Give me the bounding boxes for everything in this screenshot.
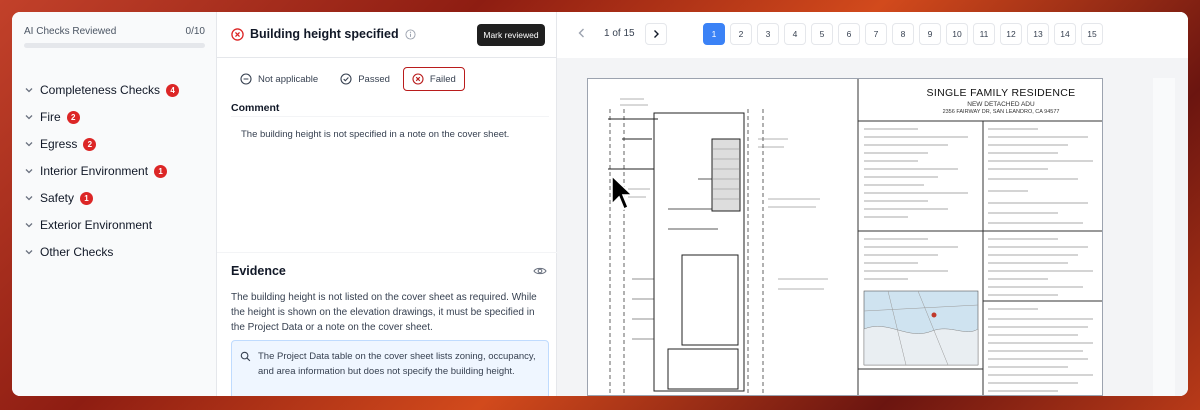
ai-checks-label: AI Checks Reviewed xyxy=(24,26,117,37)
category-other-checks[interactable]: Other Checks xyxy=(24,244,113,260)
page-9-button[interactable]: 9 xyxy=(919,23,941,45)
category-label: Exterior Environment xyxy=(40,218,153,232)
page-1-button[interactable]: 1 xyxy=(703,23,725,45)
page-4-button[interactable]: 4 xyxy=(784,23,806,45)
check-detail-panel: Building height specified Mark reviewed … xyxy=(217,12,557,396)
page-8-button[interactable]: 8 xyxy=(892,23,914,45)
category-label: Completeness Checks xyxy=(40,83,161,97)
sidebar: AI Checks Reviewed 0/10 Completeness Che… xyxy=(12,12,217,396)
category-exterior-environment[interactable]: Exterior Environment xyxy=(24,217,152,233)
status-passed-button[interactable]: Passed xyxy=(331,67,399,91)
ai-checks-progress-bar xyxy=(24,43,205,48)
status-label: Not applicable xyxy=(258,73,319,85)
page-11-button[interactable]: 11 xyxy=(973,23,995,45)
plan-sheet: SINGLE FAMILY RESIDENCE NEW DETACHED ADU… xyxy=(587,78,1103,396)
category-badge: 2 xyxy=(83,137,97,151)
category-label: Interior Environment xyxy=(40,164,149,178)
failed-circle-icon xyxy=(231,27,244,41)
info-icon[interactable] xyxy=(405,28,416,40)
chevron-down-icon xyxy=(25,223,33,228)
page-buttons: 1 2 3 4 5 6 7 8 9 10 11 12 13 14 15 xyxy=(703,23,1103,45)
ai-checks-header: AI Checks Reviewed 0/10 xyxy=(24,26,205,38)
comment-field[interactable]: The building height is not specified in … xyxy=(231,116,549,244)
category-fire[interactable]: Fire 2 xyxy=(24,109,80,125)
evidence-quote-box[interactable]: The Project Data table on the cover shee… xyxy=(231,340,549,396)
status-label: Passed xyxy=(358,73,390,85)
viewer-scrollbar[interactable] xyxy=(1153,78,1175,396)
site-plan-drawing xyxy=(608,79,1102,395)
comment-label: Comment xyxy=(231,102,280,114)
category-label: Fire xyxy=(40,110,61,124)
page-14-button[interactable]: 14 xyxy=(1054,23,1076,45)
divider xyxy=(217,252,557,253)
category-egress[interactable]: Egress 2 xyxy=(24,136,97,152)
status-not-applicable-button[interactable]: Not applicable xyxy=(231,67,327,91)
evidence-heading: Evidence xyxy=(231,264,286,278)
check-title-text: Building height specified xyxy=(250,27,399,41)
category-label: Other Checks xyxy=(40,245,114,259)
x-circle-icon xyxy=(412,73,424,85)
page-5-button[interactable]: 5 xyxy=(811,23,833,45)
ai-checks-count: 0/10 xyxy=(185,26,205,37)
sheet-subtitle: NEW DETACHED ADU xyxy=(967,101,1035,108)
category-label: Egress xyxy=(40,137,78,151)
chevron-down-icon xyxy=(25,250,33,255)
search-icon xyxy=(240,351,251,362)
category-badge: 1 xyxy=(154,164,168,178)
category-interior-environment[interactable]: Interior Environment 1 xyxy=(24,163,168,179)
status-label: Failed xyxy=(429,73,456,85)
category-badge: 1 xyxy=(80,191,94,205)
status-failed-button[interactable]: Failed xyxy=(402,67,465,91)
minus-circle-icon xyxy=(240,73,252,85)
evidence-text: The building height is not listed on the… xyxy=(231,292,537,333)
chevron-down-icon xyxy=(25,142,33,147)
eye-icon[interactable] xyxy=(533,264,547,278)
sheet-title: SINGLE FAMILY RESIDENCE xyxy=(926,87,1076,99)
page-3-button[interactable]: 3 xyxy=(757,23,779,45)
category-label: Safety xyxy=(40,191,75,205)
check-title: Building height specified xyxy=(231,26,416,42)
divider xyxy=(217,57,557,58)
chevron-down-icon xyxy=(25,88,33,93)
page-7-button[interactable]: 7 xyxy=(865,23,887,45)
chevron-right-icon xyxy=(654,30,659,38)
category-badge: 4 xyxy=(166,83,180,97)
mouse-pointer-icon xyxy=(611,174,634,211)
page-indicator: 1 of 15 xyxy=(604,28,635,39)
app-window: AI Checks Reviewed 0/10 Completeness Che… xyxy=(12,12,1188,396)
page-6-button[interactable]: 6 xyxy=(838,23,860,45)
category-badge: 2 xyxy=(66,110,80,124)
chevron-down-icon xyxy=(25,196,33,201)
check-circle-icon xyxy=(340,73,352,85)
page-2-button[interactable]: 2 xyxy=(730,23,752,45)
page-13-button[interactable]: 13 xyxy=(1027,23,1049,45)
evidence-quote-text: The Project Data table on the cover shee… xyxy=(258,351,536,377)
page-15-button[interactable]: 15 xyxy=(1081,23,1103,45)
chevron-left-icon[interactable] xyxy=(575,26,589,40)
next-page-button[interactable] xyxy=(645,23,667,45)
category-safety[interactable]: Safety 1 xyxy=(24,190,94,206)
document-viewer: 1 of 15 1 2 3 4 5 6 7 8 9 10 11 12 13 14 15 xyxy=(557,12,1188,396)
comment-text: The building height is not specified in … xyxy=(241,129,510,140)
category-completeness-checks[interactable]: Completeness Checks 4 xyxy=(24,82,180,98)
sheet-address: 2356 FAIRWAY DR, SAN LEANDRO, CA 94577 xyxy=(942,109,1060,115)
mark-reviewed-button[interactable]: Mark reviewed xyxy=(477,24,545,46)
page-12-button[interactable]: 12 xyxy=(1000,23,1022,45)
page-10-button[interactable]: 10 xyxy=(946,23,968,45)
status-options: Not applicable Passed Failed xyxy=(231,67,465,91)
chevron-down-icon xyxy=(25,115,33,120)
viewer-toolbar: 1 of 15 1 2 3 4 5 6 7 8 9 10 11 12 13 14 15 xyxy=(557,12,1188,58)
chevron-down-icon xyxy=(25,169,33,174)
